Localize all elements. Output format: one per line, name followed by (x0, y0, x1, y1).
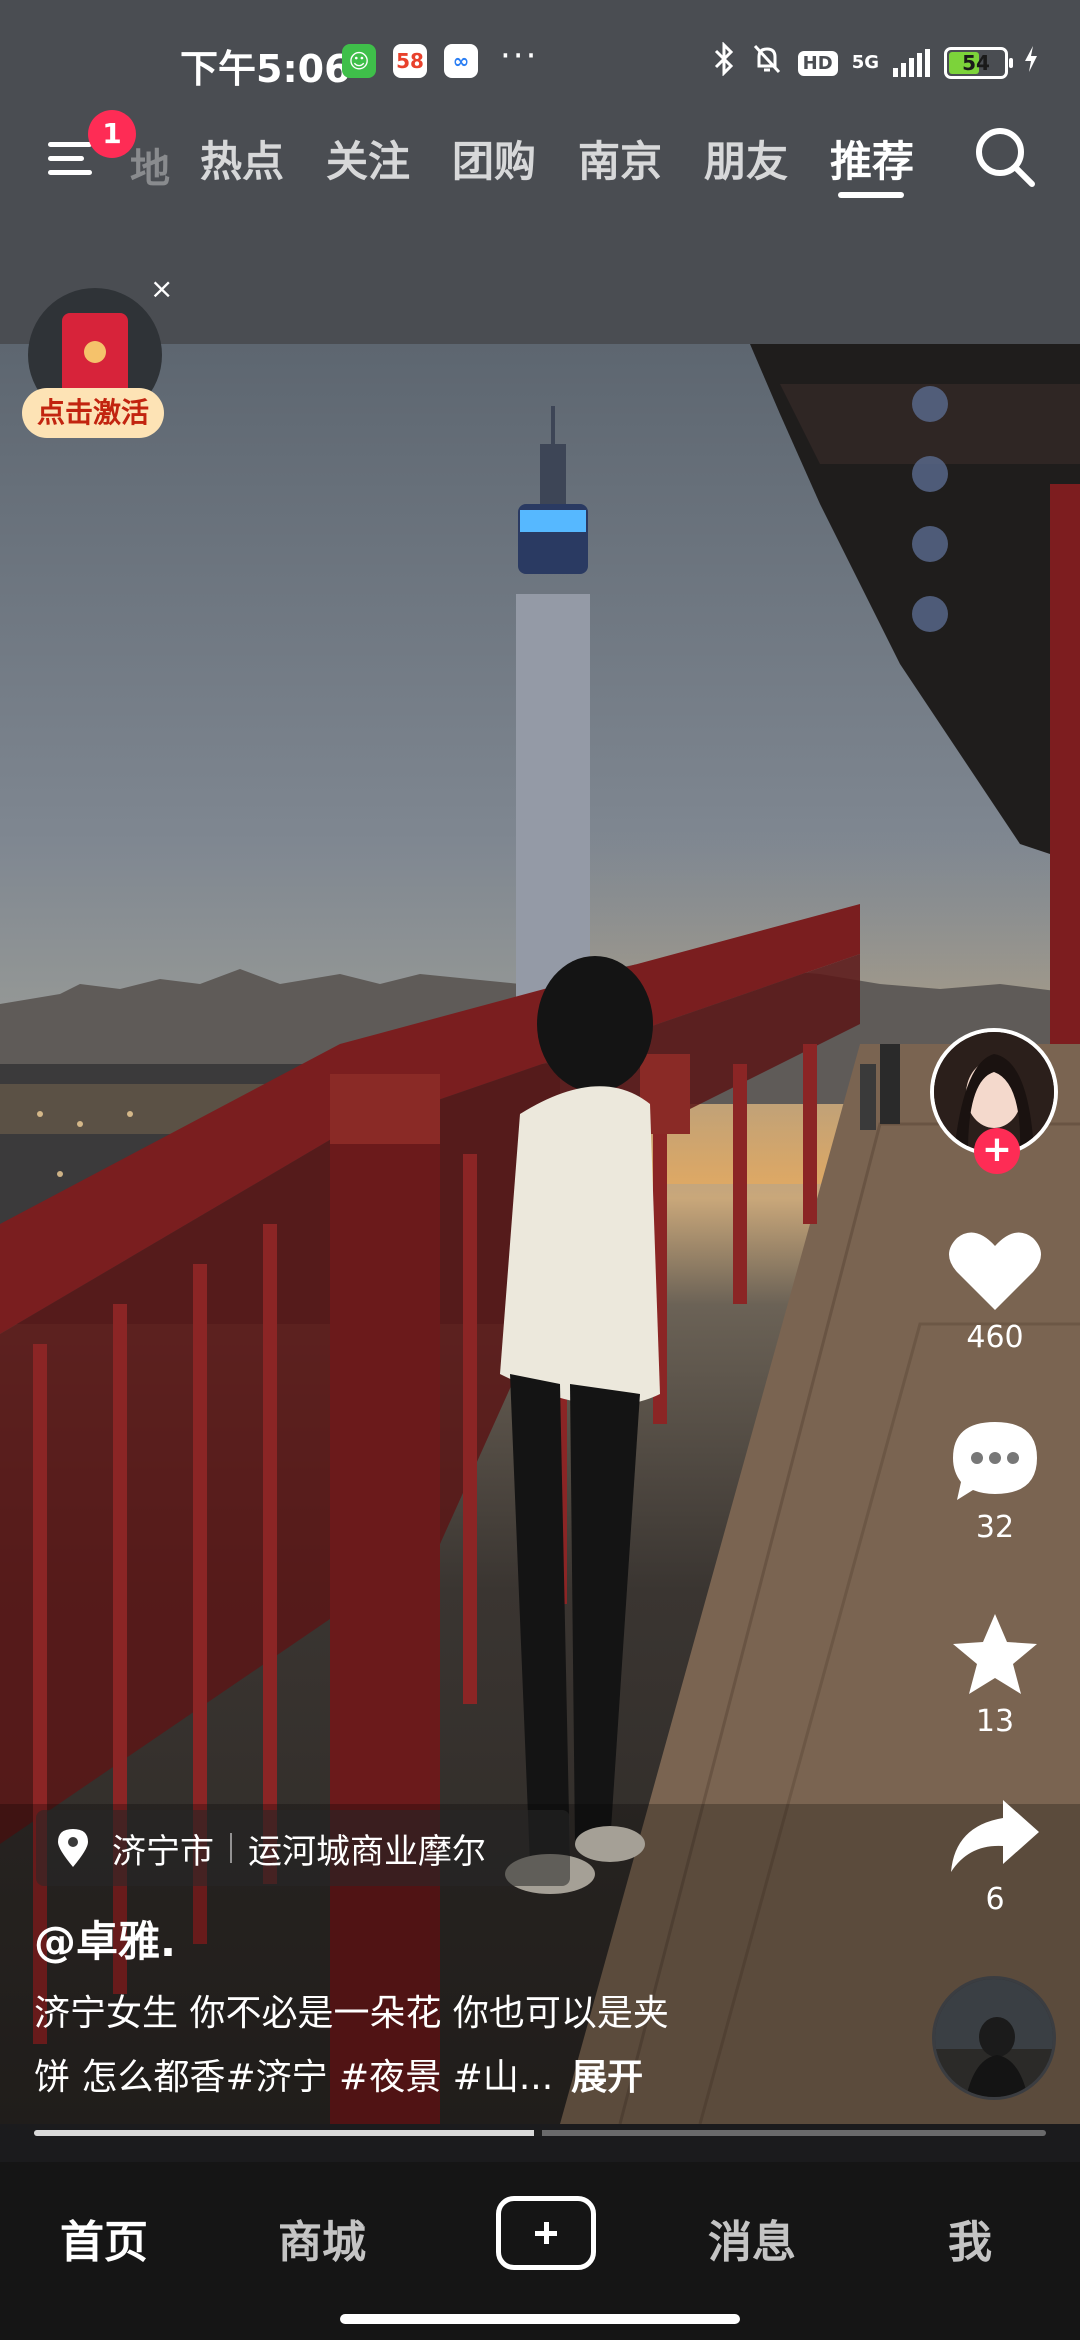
video-progress-bar[interactable] (34, 2130, 1046, 2138)
search-icon[interactable] (970, 122, 1040, 192)
nav-home[interactable]: 首页 (60, 2206, 148, 2270)
caption-line-2: 饼 怎么都香#济宁 #夜景 #山... (34, 2057, 554, 2098)
author-avatar-wrap[interactable]: + (930, 1028, 1060, 1178)
top-tab-bar: 1 地 热点 关注 团购 南京 朋友 推荐 (0, 110, 1080, 210)
comment-count: 32 (975, 1510, 1015, 1545)
star-icon (953, 1614, 1037, 1694)
battery-level: 54 (962, 51, 990, 75)
location-divider (230, 1833, 232, 1863)
red-packet-promo[interactable]: 点击激活 (22, 288, 170, 448)
share-icon (951, 1800, 1039, 1872)
author-name[interactable]: @卓雅. (34, 1908, 176, 1969)
music-disc[interactable] (932, 1976, 1056, 2100)
favorite-button[interactable]: 13 (930, 1610, 1060, 1739)
location-place: 运河城商业摩尔 (248, 1831, 486, 1872)
tab-hot[interactable]: 热点 (200, 128, 284, 189)
baidu-netdisk-icon: ∞ (444, 44, 478, 78)
expand-link[interactable]: 展开 (571, 2057, 643, 2098)
app-58-icon: 58 (393, 44, 427, 78)
progress-fill (34, 2130, 540, 2136)
bluetooth-icon (712, 41, 736, 84)
tab-group-buy[interactable]: 团购 (452, 128, 536, 189)
promo-label: 点击激活 (22, 388, 164, 438)
charging-icon (1022, 44, 1040, 82)
battery-icon: 54 (944, 47, 1013, 79)
share-button[interactable]: 6 (930, 1796, 1060, 1917)
active-tab-indicator (838, 192, 904, 198)
favorite-count: 13 (975, 1704, 1015, 1739)
tab-nanjing[interactable]: 南京 (578, 128, 662, 189)
tab-following[interactable]: 关注 (326, 128, 410, 189)
status-right-group: HD 5G 54 (712, 41, 1040, 84)
comment-button[interactable]: 32 (930, 1418, 1060, 1545)
tab-recommended[interactable]: 推荐 (830, 128, 914, 189)
signal-icon (893, 49, 930, 77)
share-count: 6 (985, 1882, 1005, 1917)
heart-icon (949, 1232, 1041, 1310)
more-notifications-icon: ··· (500, 36, 539, 76)
status-time: 下午5:06 (180, 47, 351, 91)
bottom-nav: 首页 商城 消息 我 (0, 2162, 1080, 2340)
location-tag[interactable]: 济宁市 运河城商业摩尔 (36, 1810, 570, 1886)
tab-friends[interactable]: 朋友 (704, 128, 788, 189)
nav-me[interactable]: 我 (948, 2206, 992, 2270)
home-indicator[interactable] (340, 2314, 740, 2324)
tab-faded[interactable]: 地 (130, 136, 170, 194)
follow-plus-icon[interactable]: + (974, 1128, 1020, 1174)
mute-bell-icon (750, 42, 784, 84)
network-type: 5G (851, 52, 879, 73)
comment-icon (953, 1422, 1037, 1500)
create-plus-button[interactable] (496, 2196, 596, 2270)
wechat-icon: ☺ (342, 44, 376, 78)
location-city: 济宁市 (112, 1831, 214, 1872)
post-caption[interactable]: 济宁女生 你不必是一朵花 你也可以是夹 饼 怎么都香#济宁 #夜景 #山... 展… (34, 1982, 794, 2110)
status-bar: 下午5:06 ☺ 58 ∞ ··· HD 5G 54 (0, 0, 1080, 120)
location-pin-icon (58, 1829, 88, 1867)
caption-line-1: 济宁女生 你不必是一朵花 你也可以是夹 (34, 1993, 669, 2034)
promo-close-icon[interactable]: × (150, 272, 173, 305)
nav-messages[interactable]: 消息 (708, 2206, 796, 2270)
hd-badge: HD (797, 50, 838, 76)
nav-mall[interactable]: 商城 (278, 2206, 366, 2270)
menu-notification-badge: 1 (88, 110, 136, 158)
like-count: 460 (966, 1320, 1024, 1355)
like-button[interactable]: 460 (930, 1228, 1060, 1355)
